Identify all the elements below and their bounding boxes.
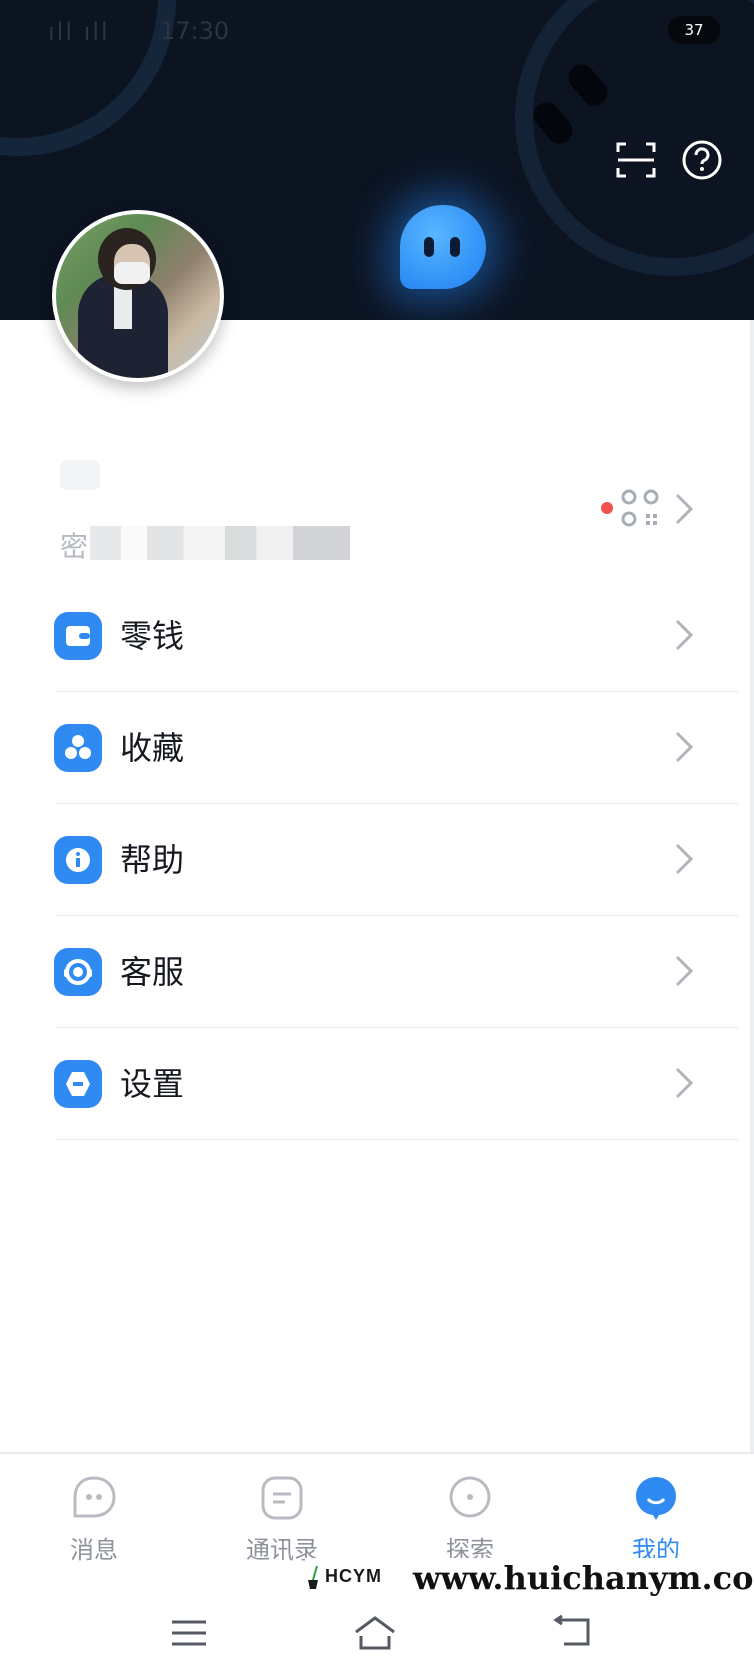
menu-item-help[interactable]: 帮助 xyxy=(0,804,754,916)
menu-icon[interactable] xyxy=(166,1610,212,1656)
tab-label: 消息 xyxy=(70,1536,118,1564)
tab-me[interactable]: 我的 xyxy=(596,1472,716,1565)
help-icon[interactable] xyxy=(680,138,724,182)
chevron-right-icon xyxy=(675,493,694,525)
mascot-eye xyxy=(450,237,460,257)
avatar-figure xyxy=(114,284,132,329)
watermark-url: www.huichanym.com xyxy=(413,1559,754,1597)
chevron-right-icon xyxy=(675,955,694,987)
status-time: 17:30 xyxy=(160,17,230,45)
headset-icon xyxy=(54,948,102,996)
compass-icon xyxy=(449,1476,491,1518)
battery-badge: 37 xyxy=(668,16,720,44)
mascot-bubble-icon xyxy=(400,205,486,289)
watermark-logo: HCYM xyxy=(325,1566,382,1586)
chevron-right-icon xyxy=(675,1067,694,1099)
tab-contacts[interactable]: 通讯录 xyxy=(222,1472,342,1565)
username-blurred xyxy=(60,460,100,490)
settings-menu: 零钱 收藏 帮助 客服 设置 xyxy=(0,580,754,1140)
menu-item-favorites[interactable]: 收藏 xyxy=(0,692,754,804)
menu-item-customer-service[interactable]: 客服 xyxy=(0,916,754,1028)
account-id-blurred xyxy=(90,526,350,560)
chevron-right-icon xyxy=(675,843,694,875)
info-icon xyxy=(54,836,102,884)
profile-icon xyxy=(636,1477,676,1520)
shovel-logo-icon xyxy=(308,1565,318,1589)
bottom-tab-bar: 消息 通讯录 探索 我的 xyxy=(0,1452,754,1564)
tab-explore[interactable]: 探索 xyxy=(410,1472,530,1565)
status-bar: ıll ıll 17:30 37 xyxy=(0,0,754,60)
avatar[interactable] xyxy=(52,210,224,382)
settings-icon xyxy=(54,1060,102,1108)
notification-dot xyxy=(601,502,613,514)
menu-item-label: 帮助 xyxy=(120,841,185,879)
contacts-icon xyxy=(261,1476,303,1520)
mascot-eye xyxy=(424,237,434,257)
divider xyxy=(56,1139,738,1140)
scan-icon[interactable] xyxy=(614,138,658,182)
account-id-prefix: 密 xyxy=(60,530,89,563)
menu-item-label: 零钱 xyxy=(120,617,185,655)
chevron-right-icon xyxy=(675,619,694,651)
profile-info-row[interactable]: 密 xyxy=(0,440,754,580)
watermark: HCYM www.huichanym.com xyxy=(305,1558,754,1602)
system-nav-bar xyxy=(0,1600,754,1666)
favorites-icon xyxy=(54,724,102,772)
home-icon[interactable] xyxy=(352,1610,398,1656)
qr-code-icon[interactable] xyxy=(620,488,660,528)
back-icon[interactable] xyxy=(550,1610,596,1656)
menu-item-settings[interactable]: 设置 xyxy=(0,1028,754,1140)
signal-indicator: ıll ıll xyxy=(48,18,110,46)
menu-item-label: 收藏 xyxy=(120,729,185,767)
wallet-icon xyxy=(54,612,102,660)
menu-item-wallet[interactable]: 零钱 xyxy=(0,580,754,692)
menu-item-label: 设置 xyxy=(120,1065,185,1103)
chat-bubble-icon xyxy=(73,1476,116,1518)
tab-messages[interactable]: 消息 xyxy=(34,1472,154,1565)
avatar-figure xyxy=(114,262,150,284)
chevron-right-icon xyxy=(675,731,694,763)
menu-item-label: 客服 xyxy=(120,953,185,991)
